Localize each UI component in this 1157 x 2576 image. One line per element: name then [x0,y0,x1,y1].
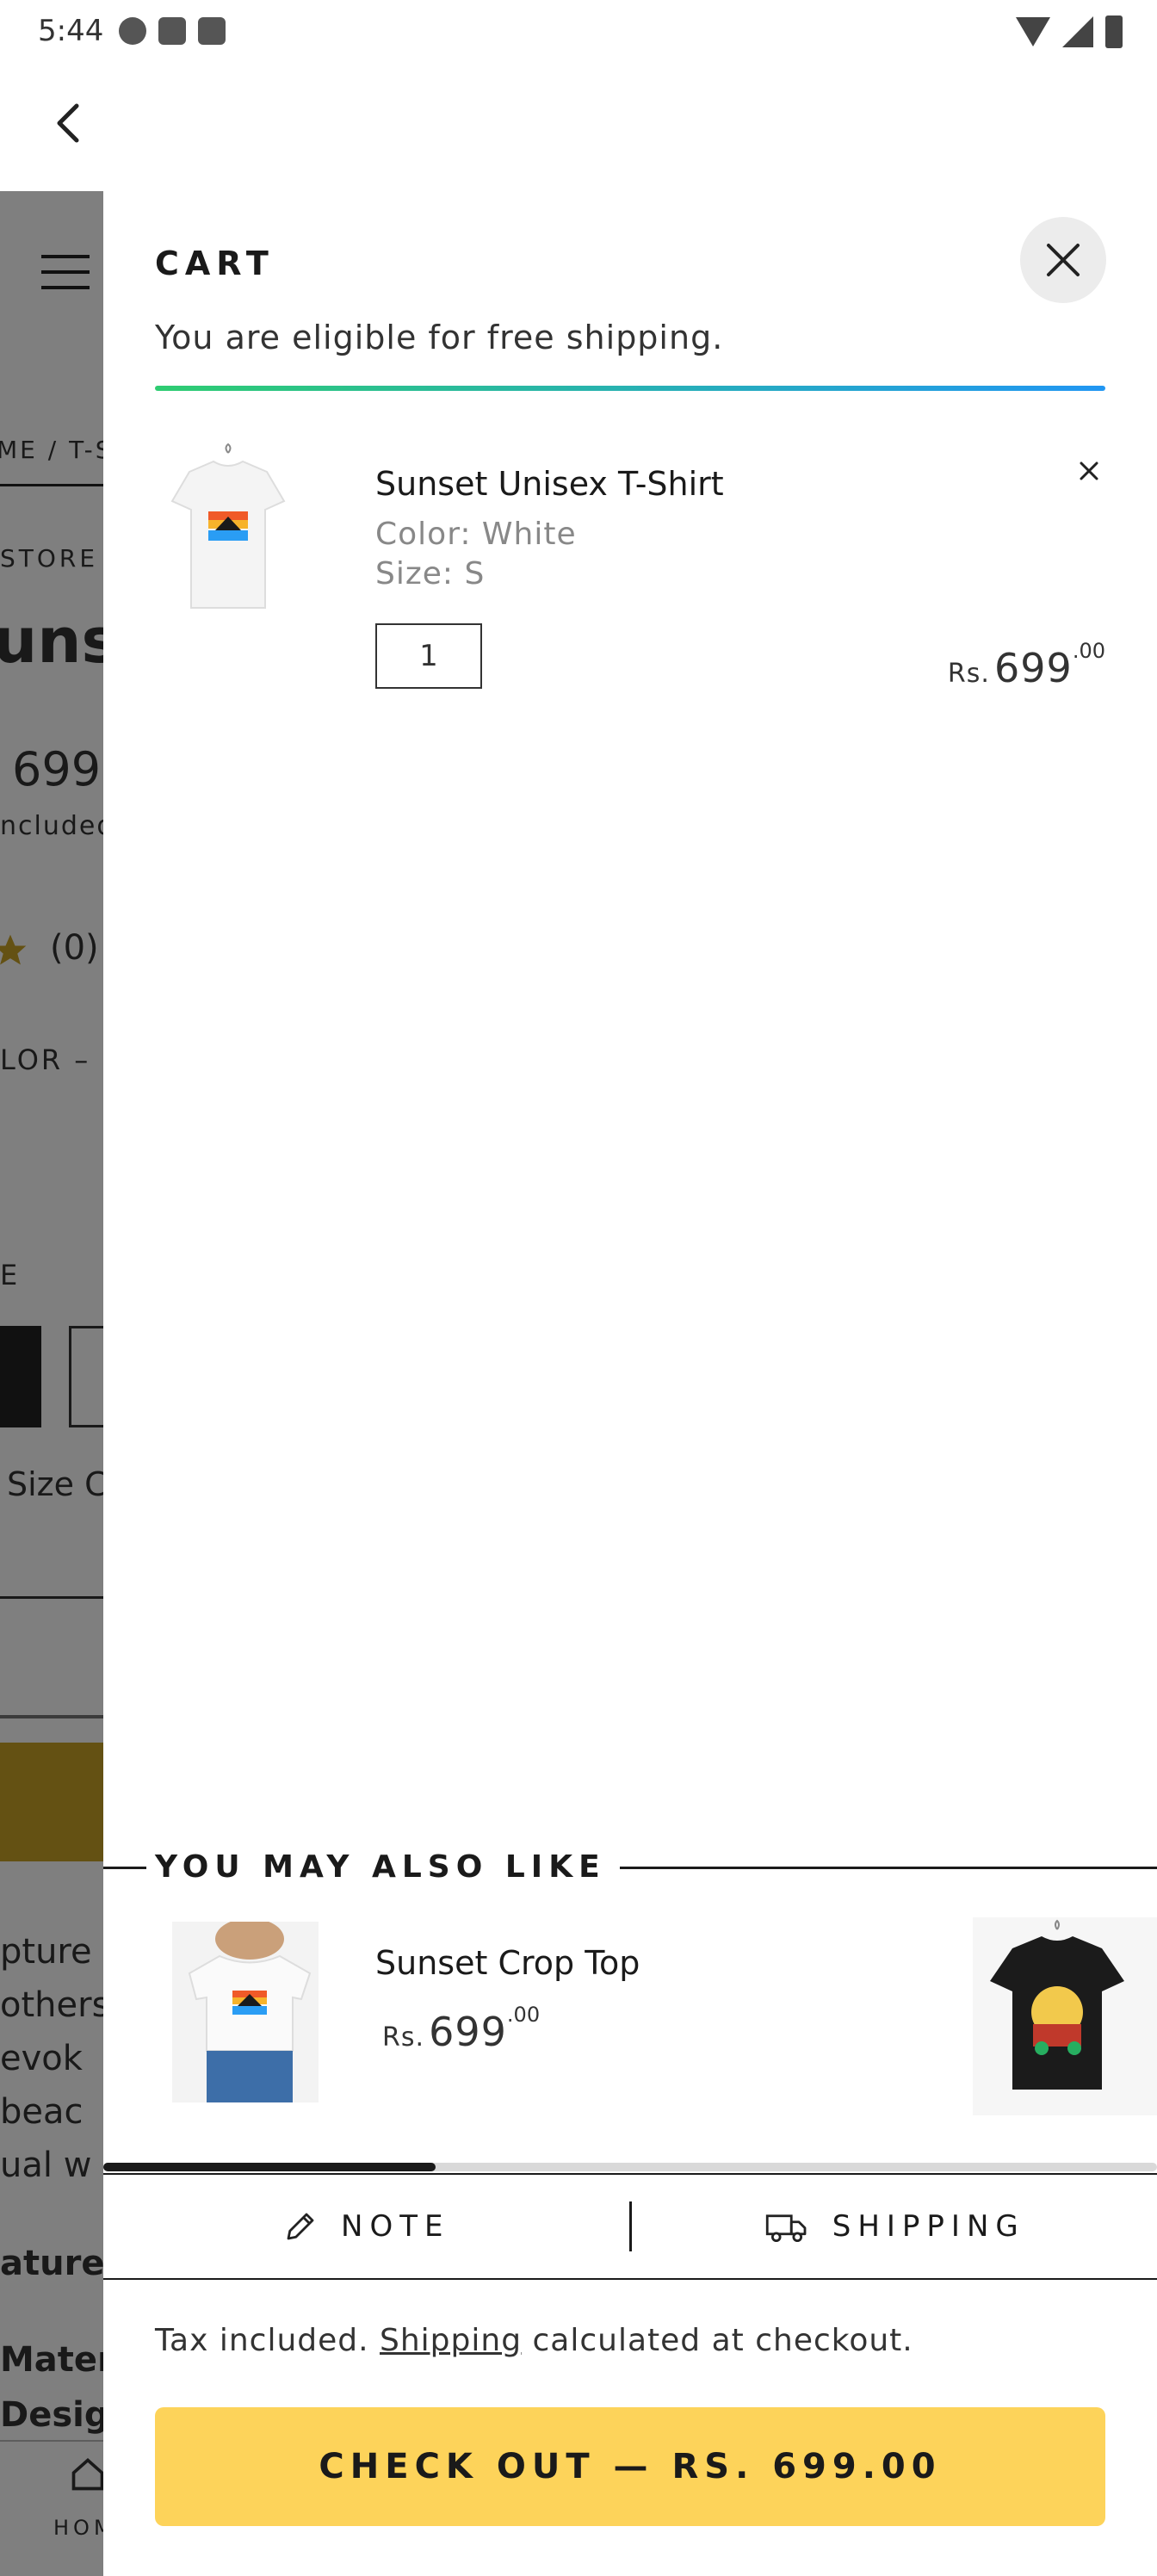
cart-item-price: Rs. 699.00 [948,639,1105,691]
status-bar: 5:44 [0,0,1157,62]
close-icon [1080,461,1098,480]
close-button[interactable] [1020,217,1106,303]
app-bar [0,62,1157,191]
shipping-link[interactable]: Shipping [380,2323,522,2358]
free-shipping-message: You are eligible for free shipping. [155,319,724,356]
price-currency: Rs. [947,659,990,689]
font-icon [198,17,226,45]
divider [103,1867,146,1869]
price-cents: .00 [1072,639,1105,663]
remove-item-button[interactable] [1067,449,1111,492]
wifi-icon [1016,17,1050,46]
cart-title: CART [155,245,275,282]
tax-note: Tax included. Shipping calculated at che… [155,2323,913,2358]
notification-icons [119,17,226,45]
signal-icon [1062,16,1093,47]
product-image-sunset-crop-top[interactable] [172,1918,319,2102]
sd-card-icon [158,17,187,45]
free-shipping-progress [155,386,1105,391]
cart-item-name[interactable]: Sunset Unisex T-Shirt [375,465,724,503]
chevron-left-icon [57,103,79,143]
cart-item-color: Color: White [375,517,577,552]
status-time: 5:44 [38,14,104,48]
pencil-icon [287,2213,314,2240]
shipping-tab[interactable]: SHIPPING [632,2175,1157,2278]
recommendations-header: YOU MAY ALSO LIKE [103,1842,1157,1891]
recommendations-title: YOU MAY ALSO LIKE [155,1849,606,1885]
recommendation-price: Rs. 699.00 [382,2003,540,2055]
price-currency: Rs. [382,2022,425,2053]
product-image-black-tshirt[interactable] [973,1917,1157,2115]
price-value: 699 [429,2009,507,2055]
product-image-sunset-tshirt[interactable] [164,441,293,613]
price-cents: .00 [506,2003,541,2027]
battery-icon [1105,15,1123,48]
recommendation-name[interactable]: Sunset Crop Top [375,1944,640,1982]
note-tab-label: NOTE [341,2209,450,2244]
sync-icon [119,17,147,45]
tax-note-suffix: calculated at checkout. [522,2323,913,2358]
note-tab[interactable]: NOTE [103,2175,629,2278]
system-icons [1016,15,1123,48]
close-icon [1047,244,1080,276]
shipping-tab-label: SHIPPING [832,2209,1025,2244]
cart-drawer: CART You are eligible for free shipping.… [103,191,1157,2576]
checkout-button[interactable]: CHECK OUT — RS. 699.00 [155,2407,1105,2526]
back-button[interactable] [38,93,98,153]
cart-actions-bar: NOTE SHIPPING [103,2173,1157,2280]
cart-item-size: Size: S [375,556,486,591]
divider [620,1867,1157,1869]
truck-icon [765,2214,807,2243]
quantity-input[interactable]: 1 [375,623,482,689]
dim-overlay[interactable] [0,191,103,2576]
carousel-scrollbar-thumb[interactable] [103,2163,436,2171]
price-value: 699 [994,645,1073,691]
tax-note-prefix: Tax included. [155,2323,381,2358]
